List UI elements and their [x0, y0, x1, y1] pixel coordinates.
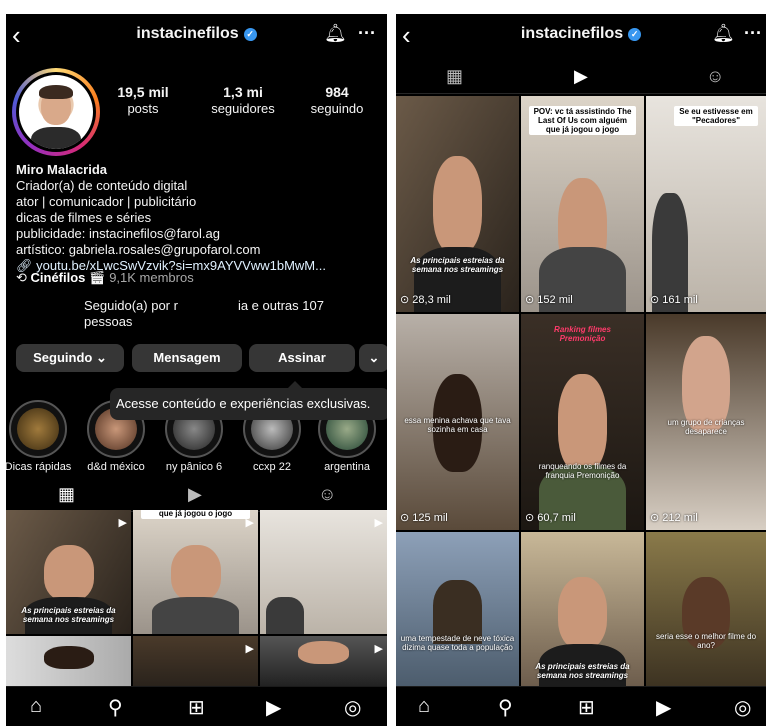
bio-line: artístico: gabriela.rosales@grupofarol.c… — [16, 242, 261, 257]
reels-icon[interactable]: ▶︎ — [188, 484, 202, 505]
reel-tile[interactable]: As principais estreias da semana nos str… — [521, 532, 644, 692]
grid-post[interactable]: ▶︎ — [133, 636, 258, 686]
bio-line: publicidade: instacinefilos@farol.ag — [16, 226, 220, 241]
grid-post[interactable]: ▶︎ — [260, 636, 387, 686]
grid-post[interactable]: ▶︎ As principais estreias da semana nos … — [6, 510, 131, 634]
views-count: ⊙ 28,3 mil — [400, 294, 451, 306]
reel-tile[interactable]: As principais estreias da semana nos str… — [396, 96, 519, 312]
following-count[interactable]: 984 seguindo — [292, 84, 382, 116]
reel-tile[interactable]: um grupo de crianças desaparece ⊙ 212 mi… — [646, 314, 766, 530]
play-icon: ⊙ — [400, 512, 413, 524]
grid-post[interactable]: que já jogou o jogo ▶︎ — [133, 510, 258, 634]
reels-icon[interactable]: ▶︎ — [656, 695, 671, 720]
search-icon[interactable]: ⚲ — [498, 695, 513, 720]
reels-screen: ‹ instacinefilos ✓ 🔔︎ ··· ▦ ▶︎ ☺ As princ… — [396, 14, 766, 726]
bio: Miro Malacrida Criador(a) de conteúdo di… — [16, 162, 379, 274]
top-bar: ‹ instacinefilos ✓ 🔔︎ ··· — [396, 14, 766, 58]
reels-icon[interactable]: ▶︎ — [548, 66, 614, 97]
top-bar: ‹ instacinefilos ✓ 🔔︎ ··· — [6, 14, 387, 58]
message-button[interactable]: Mensagem — [132, 344, 242, 372]
profile-tabs: ▦ ▶︎ ☺ — [6, 476, 387, 515]
play-icon: ⊙ — [525, 294, 538, 306]
grid-icon[interactable]: ▦ — [31, 484, 102, 515]
suggestions-button[interactable]: ⌄ — [359, 344, 387, 372]
grid-post[interactable]: ▶︎ — [260, 510, 387, 634]
verified-icon: ✓ — [628, 28, 642, 41]
more-options-icon[interactable]: ··· — [358, 23, 376, 44]
profile-icon[interactable]: ◎ — [734, 695, 751, 720]
create-icon[interactable]: ⊞ — [578, 695, 595, 720]
reels-icon[interactable]: ▶︎ — [266, 695, 281, 720]
community-channel[interactable]: ⟲ Cinéfilos 🎬︎ 9,1K membros — [16, 270, 194, 286]
notification-bell-icon[interactable]: 🔔︎ — [324, 23, 347, 44]
profile-screen: ‹ instacinefilos ✓ 🔔︎ ··· 19,5 mil posts 1… — [6, 14, 387, 726]
tagged-icon[interactable]: ☺ — [318, 484, 336, 505]
chevron-down-icon: ⌄ — [368, 350, 380, 365]
reel-tile[interactable]: seria esse o melhor filme do ano? — [646, 532, 766, 692]
create-icon[interactable]: ⊞ — [188, 695, 205, 720]
bio-line: ator | comunicador | publicitário — [16, 194, 197, 209]
reel-tile[interactable]: POV: vc tá assistindo The Last Of Us com… — [521, 96, 644, 312]
reel-icon: ▶︎ — [245, 517, 254, 529]
views-count: ⊙ 212 mil — [650, 512, 698, 524]
views-count: ⊙ 161 mil — [650, 294, 698, 306]
notification-bell-icon[interactable]: 🔔︎ — [712, 23, 735, 44]
views-count: ⊙ 152 mil — [525, 294, 573, 306]
profile-username: instacinefilos ✓ — [396, 25, 766, 43]
reel-icon: ▶︎ — [374, 517, 383, 529]
subscribe-tooltip: Acesse conteúdo e experiências exclusiva… — [110, 381, 387, 420]
views-count: ⊙ 60,7 mil — [525, 512, 576, 524]
reel-tile[interactable]: Se eu estivesse em "Pecadores" ⊙ 161 mil — [646, 96, 766, 312]
subscribe-button[interactable]: Assinar — [249, 344, 355, 372]
more-options-icon[interactable]: ··· — [744, 23, 762, 44]
bio-line: dicas de filmes e séries — [16, 210, 152, 225]
reel-tile[interactable]: essa menina achava que tava sozinha em c… — [396, 314, 519, 530]
channel-icon: ⟲ — [16, 270, 31, 285]
action-buttons: Seguindo ⌄ Mensagem Assinar ⌄ — [16, 344, 387, 372]
home-icon[interactable]: ⌂ — [418, 695, 430, 718]
posts-count: 19,5 mil posts — [117, 84, 169, 116]
play-icon: ⊙ — [650, 512, 663, 524]
reel-tile[interactable]: uma tempestade de neve tóxica dizima qua… — [396, 532, 519, 692]
bio-line: Criador(a) de conteúdo digital — [16, 178, 188, 193]
profile-tabs: ▦ ▶︎ ☺ — [396, 58, 766, 97]
home-icon[interactable]: ⌂ — [30, 695, 42, 718]
following-button[interactable]: Seguindo ⌄ — [16, 344, 124, 372]
views-count: ⊙ 125 mil — [400, 512, 448, 524]
clapper-icon: 🎬︎ — [89, 270, 106, 285]
followers-count[interactable]: 1,3 mi seguidores — [198, 84, 288, 116]
play-icon: ⊙ — [400, 294, 413, 306]
reel-icon: ▶︎ — [118, 517, 127, 529]
profile-name: Miro Malacrida — [16, 162, 108, 177]
chevron-down-icon: ⌄ — [95, 350, 107, 365]
followed-by[interactable]: Seguido(a) por r ia e outras 107 pessoas — [84, 298, 384, 330]
reel-tile[interactable]: Ranking filmes Premonição ranqueando os … — [521, 314, 644, 530]
verified-icon: ✓ — [243, 28, 257, 41]
bottom-nav: ⌂ ⚲ ⊞ ▶︎ ◎ — [396, 686, 766, 726]
tagged-icon[interactable]: ☺ — [706, 66, 724, 87]
play-icon: ⊙ — [650, 294, 663, 306]
avatar[interactable] — [12, 68, 100, 156]
play-icon: ⊙ — [525, 512, 538, 524]
search-icon[interactable]: ⚲ — [108, 695, 123, 720]
profile-icon[interactable]: ◎ — [344, 695, 361, 720]
highlight-item[interactable]: Dicas rápidas — [6, 400, 74, 473]
grid-icon[interactable]: ▦ — [446, 66, 463, 87]
grid-post[interactable] — [6, 636, 131, 686]
bottom-nav: ⌂ ⚲ ⊞ ▶︎ ◎ — [6, 686, 387, 726]
